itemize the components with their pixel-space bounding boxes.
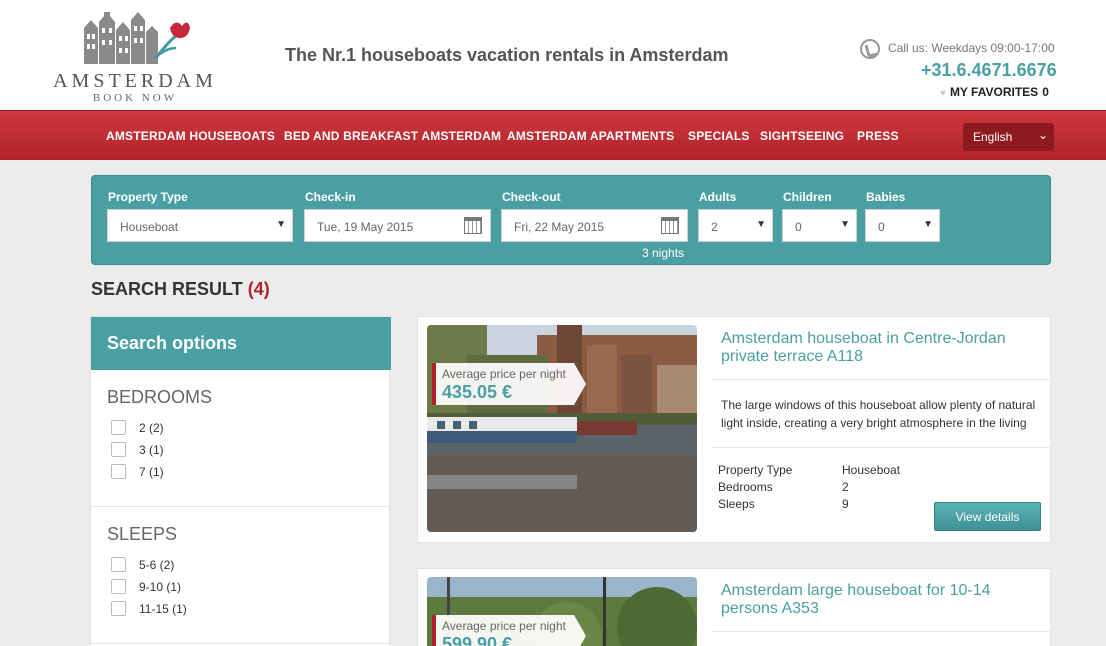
nav-item-amsterdam-houseboats[interactable]: AMSTERDAM HOUSEBOATS [106,129,275,143]
price-label: Average price per night [442,619,566,633]
listing-card: Average price per night 599.90 € Amsterd… [417,568,1051,646]
listing-title-link[interactable]: Amsterdam houseboat in Centre-Jordan pri… [721,330,1041,366]
site-header: AMSTERDAM BOOK NOW The Nr.1 houseboats v… [0,0,1106,110]
babies-value: 0 [878,220,885,234]
call-hours-text: Call us: Weekdays 09:00-17:00 [888,41,1055,55]
adults-select[interactable]: 2 ▼ [698,209,773,242]
card-divider [712,379,1050,380]
dropdown-arrow-icon: ▼ [756,219,766,230]
spec-label: Property Type [718,463,793,477]
nav-item-amsterdam-apartments[interactable]: AMSTERDAM APARTMENTS [507,129,674,143]
dropdown-arrow-icon: ▼ [840,219,850,230]
children-value: 0 [795,220,802,234]
language-value: English [973,130,1013,144]
property-type-value: Houseboat [120,220,179,234]
price-badge: Average price per night 435.05 € [432,363,586,405]
checkout-label: Check-out [502,190,561,204]
section-divider [91,506,389,507]
nav-item-specials[interactable]: SPECIALS [688,129,750,143]
listing-card: Average price per night 435.05 € Amsterd… [417,316,1051,543]
search-result-label: SEARCH RESULT [91,279,243,299]
listing-title-link[interactable]: Amsterdam large houseboat for 10-14 pers… [721,582,1041,618]
property-type-select[interactable]: Houseboat ▼ [107,209,293,242]
view-details-button[interactable]: View details [934,502,1041,531]
property-type-label: Property Type [108,190,188,204]
babies-select[interactable]: 0 ▼ [865,209,940,242]
nav-item-sightseeing[interactable]: SIGHTSEEING [760,129,844,143]
dropdown-arrow-icon: ▼ [276,219,286,230]
filter-label: 7 (1) [139,465,164,479]
checkbox[interactable] [111,442,126,457]
logo-subtitle: BOOK NOW [92,92,178,104]
search-options-panel: Search options BEDROOMS 2 (2) 3 (1) 7 (1… [90,316,391,646]
favorites-label: MY FAVORITES [949,85,1039,99]
checkbox[interactable] [111,557,126,572]
nights-count: 3 nights [642,246,685,260]
language-select[interactable]: English ⌄ [963,123,1054,151]
filter-label: 5-6 (2) [139,558,175,572]
checkbox[interactable] [111,464,126,479]
filter-label: 11-15 (1) [139,602,187,616]
search-result-count: (4) [247,279,270,299]
search-form: Property Type Houseboat ▼ Check-in Tue, … [91,175,1051,265]
card-divider [712,631,1050,632]
section-divider [91,643,389,644]
babies-label: Babies [866,190,906,204]
site-tagline: The Nr.1 houseboats vacation rentals in … [285,45,729,65]
nav-item-bed-and-breakfast[interactable]: BED AND BREAKFAST AMSTERDAM [284,129,501,143]
children-select[interactable]: 0 ▼ [782,209,857,242]
filter-label: 9-10 (1) [139,580,182,594]
children-label: Children [783,190,832,204]
price-value: 435.05 € [442,382,513,402]
checkbox[interactable] [111,579,126,594]
listing-photo[interactable]: Average price per night 435.05 € [427,325,697,532]
checkin-label: Check-in [305,190,356,204]
search-result-heading: SEARCH RESULT (4) [91,279,270,300]
calendar-icon[interactable] [464,217,482,234]
filter-label: 3 (1) [139,443,164,457]
card-divider [712,447,1050,448]
adults-value: 2 [711,220,718,234]
canal-houses-logo-icon [84,12,190,64]
price-label: Average price per night [442,367,566,381]
adults-label: Adults [699,190,737,204]
filter-label: 2 (2) [139,421,164,435]
price-value: 599.90 € [442,634,513,646]
site-logo[interactable]: AMSTERDAM BOOK NOW [30,8,240,104]
my-favorites-link[interactable]: ♥ MY FAVORITES 0 [940,85,1049,99]
houseboat-canal-photo [427,325,697,532]
checkout-value: Fri, 22 May 2015 [514,220,605,234]
nav-item-press[interactable]: PRESS [857,129,899,143]
checkin-field[interactable]: Tue, 19 May 2015 [304,209,491,242]
bedrooms-title: BEDROOMS [107,387,213,407]
calendar-icon[interactable] [661,217,679,234]
checkin-value: Tue, 19 May 2015 [317,220,414,234]
checkbox[interactable] [111,601,126,616]
phone-icon [860,39,880,59]
price-badge: Average price per night 599.90 € [432,615,586,646]
phone-number-link[interactable]: +31.6.4671.6676 [921,60,1057,81]
listing-photo[interactable]: Average price per night 599.90 € [427,577,697,646]
sleeps-title: SLEEPS [107,524,178,544]
chevron-down-icon: ⌄ [1037,128,1048,142]
favorites-count: 0 [1042,85,1049,99]
spec-label: Sleeps [718,497,755,511]
heart-icon: ♥ [940,88,946,99]
search-options-title: Search options [91,317,391,370]
checkbox[interactable] [111,420,126,435]
logo-title: AMSTERDAM [53,70,217,92]
spec-label: Bedrooms [718,480,773,494]
spec-value: Houseboat [842,463,901,477]
dropdown-arrow-icon: ▼ [923,219,933,230]
spec-value: 2 [842,480,849,494]
main-navigation: AMSTERDAM HOUSEBOATS BED AND BREAKFAST A… [0,110,1106,160]
checkout-field[interactable]: Fri, 22 May 2015 [501,209,688,242]
listing-description: The large windows of this houseboat allo… [721,398,1036,430]
spec-value: 9 [842,497,849,511]
